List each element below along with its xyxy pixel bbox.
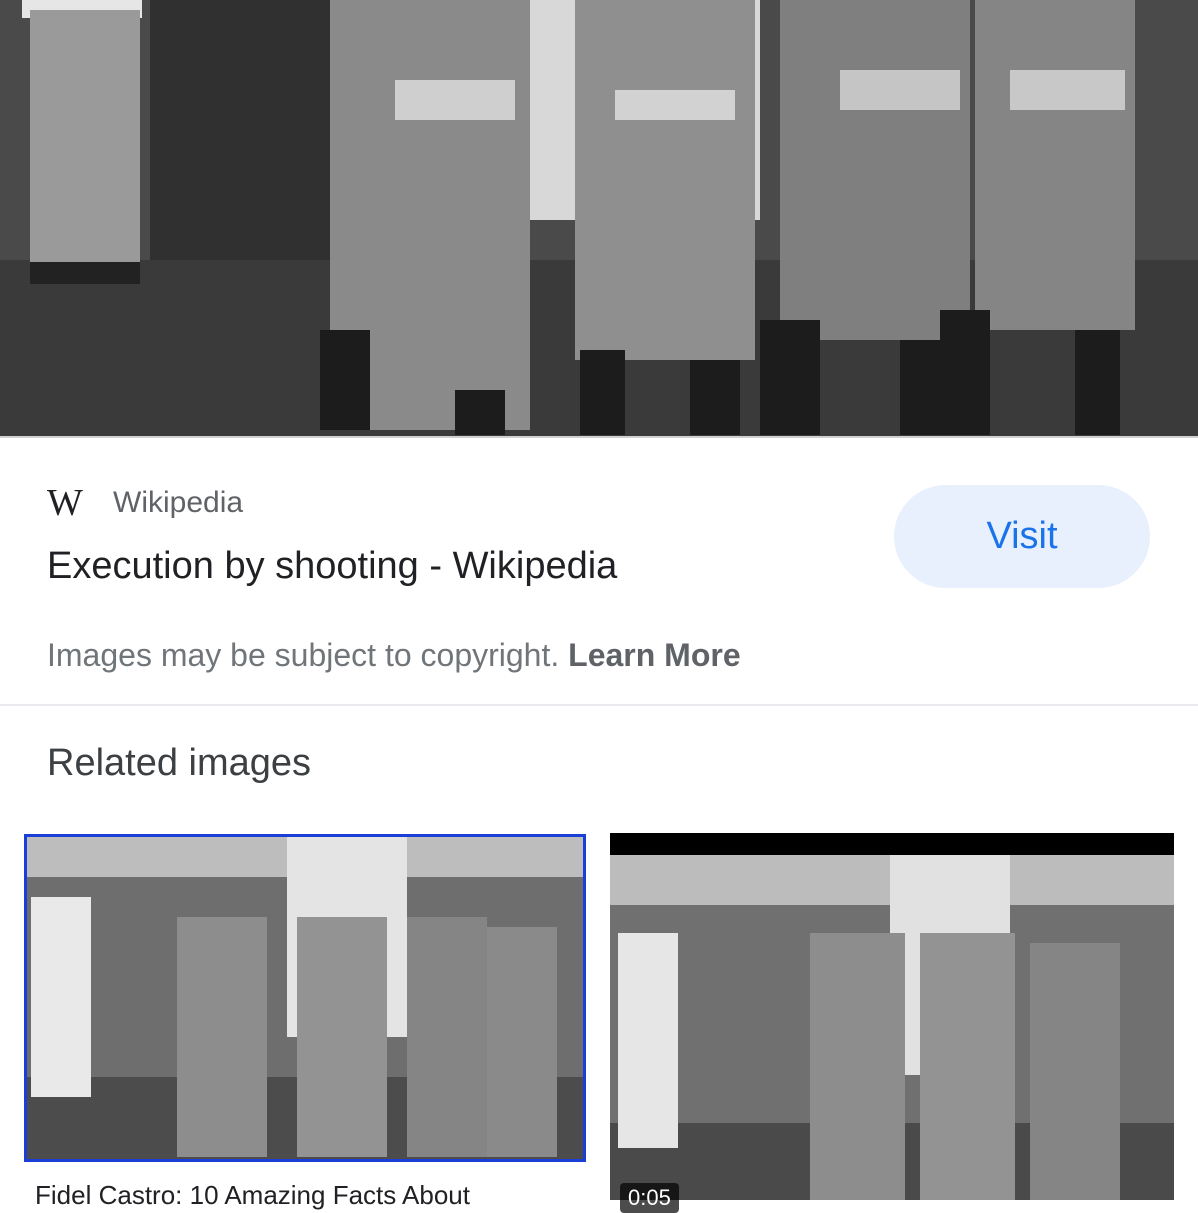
related-images-heading: Related images bbox=[47, 742, 312, 784]
copyright-notice: Images may be subject to copyright. Lear… bbox=[47, 637, 741, 674]
section-divider bbox=[0, 704, 1198, 706]
visit-button[interactable]: Visit bbox=[894, 485, 1150, 588]
result-source[interactable]: W Wikipedia bbox=[47, 483, 243, 523]
learn-more-link[interactable]: Learn More bbox=[568, 637, 740, 673]
video-duration-badge: 0:05 bbox=[620, 1183, 679, 1213]
result-title[interactable]: Execution by shooting - Wikipedia bbox=[47, 545, 617, 588]
related-image-2[interactable] bbox=[610, 833, 1174, 1200]
related-image-1[interactable] bbox=[24, 834, 586, 1162]
hero-image[interactable] bbox=[0, 0, 1198, 438]
copyright-text: Images may be subject to copyright. bbox=[47, 637, 560, 673]
wikipedia-logo-icon: W bbox=[47, 482, 83, 524]
source-name: Wikipedia bbox=[113, 486, 244, 519]
related-image-1-caption[interactable]: Fidel Castro: 10 Amazing Facts About bbox=[35, 1180, 470, 1211]
